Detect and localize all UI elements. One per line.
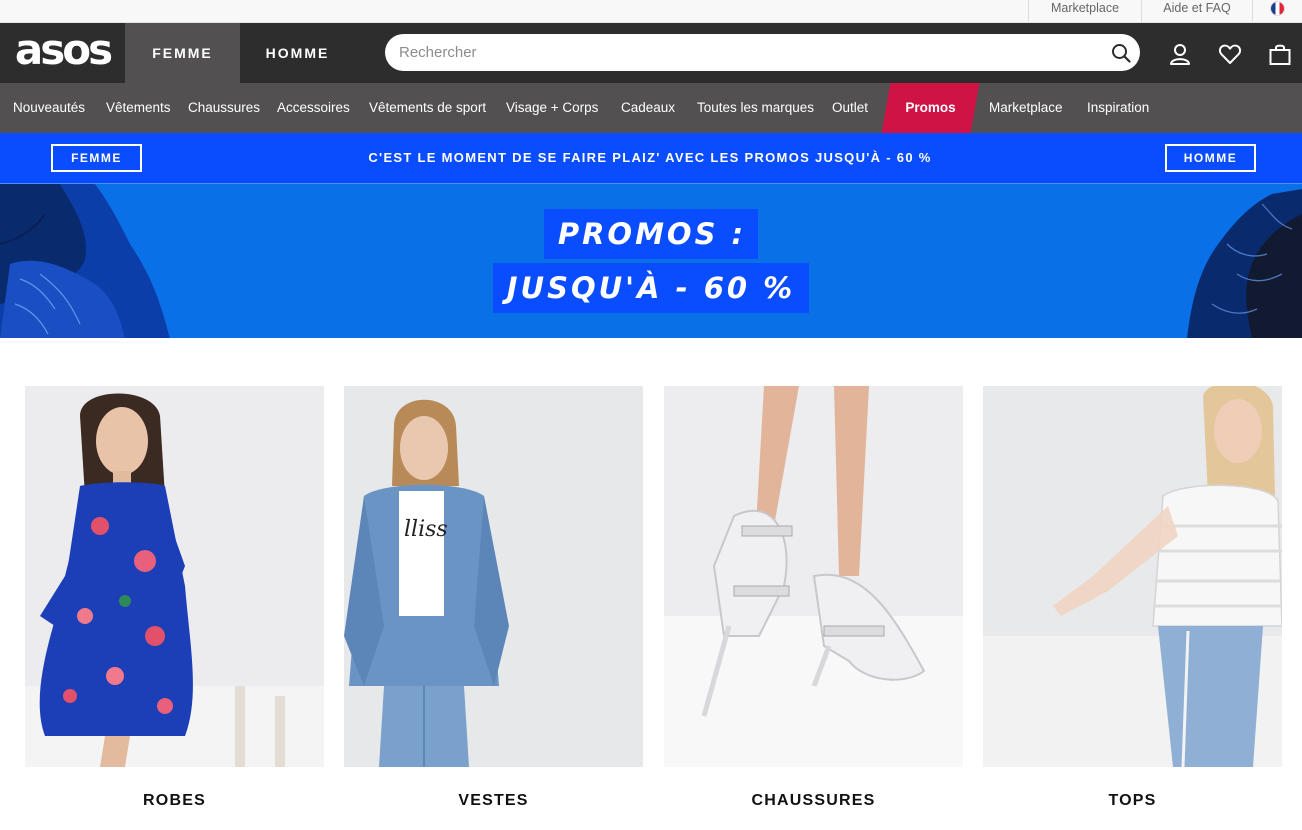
category-tile-robes[interactable]: ROBES — [25, 386, 324, 810]
heart-icon[interactable] — [1218, 42, 1242, 66]
account-icon[interactable] — [1168, 42, 1192, 66]
hero-banner[interactable]: PROMOS : JUSQU'À - 60 % — [0, 183, 1302, 338]
utility-bar: Marketplace Aide et FAQ — [0, 0, 1302, 23]
search-input[interactable] — [399, 34, 1099, 71]
vestes-product-image: lliss — [344, 386, 643, 767]
nav-item-chaussures[interactable]: Chaussures — [188, 83, 260, 133]
strip-femme-button[interactable]: FEMME — [51, 144, 142, 172]
bag-icon[interactable] — [1268, 42, 1292, 66]
nav-item-cadeaux[interactable]: Cadeaux — [621, 83, 675, 133]
category-nav: Nouveautés Vêtements Chaussures Accessoi… — [0, 83, 1302, 133]
asos-logo[interactable]: asos — [0, 23, 125, 83]
nav-item-promos[interactable]: Promos — [881, 83, 980, 133]
utility-marketplace-link[interactable]: Marketplace — [1028, 0, 1141, 22]
utility-help-link[interactable]: Aide et FAQ — [1141, 0, 1252, 22]
strip-message: C'EST LE MOMENT DE SE FAIRE PLAIZ' AVEC … — [368, 150, 932, 165]
site-header: asos FEMME HOMME — [0, 23, 1302, 83]
nav-item-vetements-de-sport[interactable]: Vêtements de sport — [369, 83, 486, 133]
tab-homme[interactable]: HOMME — [240, 23, 355, 83]
nav-item-toutes-les-marques[interactable]: Toutes les marques — [697, 83, 814, 133]
tab-femme[interactable]: FEMME — [125, 23, 240, 83]
nav-item-marketplace[interactable]: Marketplace — [989, 83, 1063, 133]
chaussures-product-image — [664, 386, 963, 767]
nav-item-inspiration[interactable]: Inspiration — [1087, 83, 1149, 133]
nav-item-visage-corps[interactable]: Visage + Corps — [506, 83, 598, 133]
category-tile-tops[interactable]: TOPS — [983, 382, 1283, 810]
nav-item-vetements[interactable]: Vêtements — [106, 83, 171, 133]
category-label-robes: ROBES — [143, 792, 206, 809]
category-label-chaussures: CHAUSSURES — [751, 792, 876, 809]
strip-homme-button[interactable]: HOMME — [1165, 144, 1256, 172]
hero-model-right-image — [1187, 189, 1302, 338]
nav-item-outlet[interactable]: Outlet — [832, 83, 868, 133]
nav-item-accessoires[interactable]: Accessoires — [277, 83, 350, 133]
search-bar — [385, 34, 1140, 71]
svg-text:lliss: lliss — [404, 517, 448, 542]
promo-strip: FEMME C'EST LE MOMENT DE SE FAIRE PLAIZ'… — [0, 133, 1302, 183]
hero-title-line-2: JUSQU'À - 60 % — [0, 263, 1302, 313]
category-label-tops: TOPS — [1108, 792, 1157, 809]
category-label-vestes: VESTES — [458, 792, 529, 809]
nav-item-nouveautes[interactable]: Nouveautés — [13, 83, 85, 133]
search-icon[interactable] — [1110, 42, 1132, 64]
france-flag-icon — [1271, 2, 1284, 15]
country-selector[interactable] — [1252, 0, 1302, 22]
category-tile-vestes[interactable]: lliss VESTES — [344, 386, 643, 810]
robes-product-image — [25, 386, 324, 767]
tops-product-image — [983, 382, 1283, 768]
category-tile-chaussures[interactable]: CHAUSSURES — [664, 386, 963, 810]
hero-title-line-1: PROMOS : — [0, 209, 1302, 259]
hero-model-left-image — [0, 184, 170, 338]
nav-item-promos-label: Promos — [905, 100, 956, 115]
